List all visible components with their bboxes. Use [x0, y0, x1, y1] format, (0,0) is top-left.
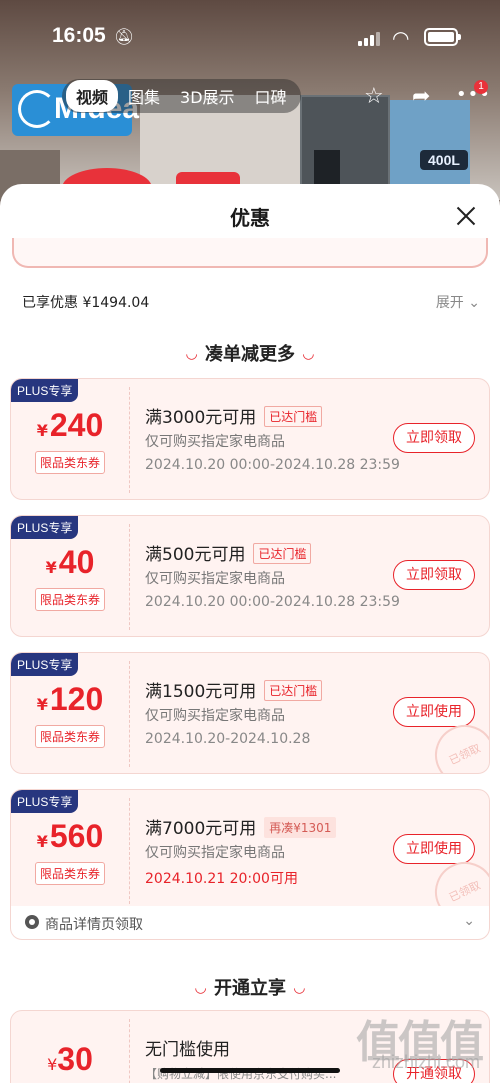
smile-left-icon: ◡ [195, 980, 206, 996]
bell-slash-icon: 🔕︎ [114, 27, 135, 46]
tab-gallery[interactable]: 图集 [118, 80, 170, 112]
coupon-date: 2024.10.20-2024.10.28 [145, 731, 311, 747]
coupon-amount: ¥40 [45, 544, 95, 580]
use-button[interactable]: 立即使用 [393, 697, 475, 727]
plus-badge: PLUS专享 [11, 790, 79, 813]
coupon-card: PLUS专享 ¥120 限品类东券 满1500元可用 已达门槛 仅可购买指定家电商… [10, 652, 490, 774]
coupon-divider [129, 387, 130, 493]
coupon-date: 2024.10.20 00:00-2024.10.28 23:59 [145, 594, 400, 610]
close-icon[interactable] [454, 204, 478, 228]
coupon-source-row[interactable]: 商品详情页领取 ⌄ [10, 906, 490, 940]
status-bar: 16:05 🔕︎ ◠ [0, 0, 500, 70]
notification-badge: 1 [474, 80, 488, 94]
jd-icon [25, 915, 39, 929]
coupon-status-tag: 已达门槛 [264, 406, 323, 427]
home-indicator [160, 1068, 340, 1073]
tab-3d[interactable]: 3D展示 [170, 80, 245, 112]
collapsed-card [12, 238, 488, 268]
section-title-membership: ◡ 开通立享 ◡ [195, 978, 305, 999]
use-button[interactable]: 立即使用 [393, 834, 475, 864]
coupon-amount: ¥560 [36, 818, 104, 854]
coupon-sheet: 优惠 已享优惠 ¥1494.04 展开 ⌄ ◡ 凑单减更多 ◡ PLUS专享 ¥24… [0, 184, 500, 1083]
tab-reviews[interactable]: 口碑 [245, 80, 297, 112]
plus-badge: PLUS专享 [11, 516, 79, 539]
coupon-condition: 满1500元可用 已达门槛 [145, 677, 323, 702]
share-icon[interactable]: ➦ [412, 84, 430, 109]
brand-logo-mark [18, 90, 56, 128]
coupon-description: 仅可购买指定家电商品 [145, 845, 285, 861]
status-time: 16:05 [52, 24, 106, 47]
coupon-divider [129, 1019, 130, 1083]
sheet-title: 优惠 [230, 206, 270, 230]
coupon-description: 仅可购买指定家电商品 [145, 708, 285, 724]
wifi-icon: ◠ [392, 26, 410, 50]
coupon-description: 仅可购买指定家电商品 [145, 571, 285, 587]
coupon-status-tag: 再凑¥1301 [264, 817, 337, 838]
coupon-amount: ¥30 [47, 1041, 93, 1077]
battery-icon [424, 28, 461, 46]
expand-button[interactable]: 展开 ⌄ [436, 292, 480, 312]
coupon-type-tag: 限品类东券 [35, 862, 106, 885]
tab-video[interactable]: 视频 [66, 80, 119, 112]
coupon-date: 2024.10.20 00:00-2024.10.28 23:59 [145, 457, 400, 473]
coupon-type-tag: 限品类东券 [35, 725, 106, 748]
smile-right-icon: ◡ [303, 346, 314, 362]
star-icon[interactable]: ☆ [364, 84, 384, 109]
fridge-panel [314, 150, 340, 186]
coupon-date: 2024.10.21 20:00可用 [145, 871, 298, 887]
smile-right-icon: ◡ [294, 980, 305, 996]
chevron-down-icon: ⌄ [463, 913, 475, 929]
discount-summary: 已享优惠 ¥1494.04 [22, 295, 150, 311]
capacity-tag: 400L [420, 150, 468, 170]
expand-label: 展开 [435, 295, 464, 311]
coupon-source-text: 商品详情页领取 [45, 917, 143, 933]
coupon-amount: ¥240 [36, 407, 104, 443]
coupon-divider [129, 661, 130, 767]
coupon-amount: ¥120 [36, 681, 104, 717]
coupon-description: 仅可购买指定家电商品 [145, 434, 285, 450]
watermark-url: zhizhizhi.com [372, 1052, 481, 1072]
claim-button[interactable]: 立即领取 [393, 560, 475, 590]
coupon-type-tag: 限品类东券 [35, 588, 106, 611]
coupon-card: PLUS专享 ¥560 限品类东券 满7000元可用 再凑¥1301 仅可购买指定… [10, 789, 490, 911]
coupon-type-tag: 限品类东券 [35, 451, 106, 474]
chevron-down-icon: ⌄ [468, 295, 480, 311]
plus-badge: PLUS专享 [11, 653, 79, 676]
coupon-status-tag: 已达门槛 [264, 680, 323, 701]
claim-button[interactable]: 立即领取 [393, 423, 475, 453]
coupon-divider [129, 524, 130, 630]
coupon-divider [129, 798, 130, 904]
coupon-condition: 满500元可用 已达门槛 [145, 540, 312, 565]
coupon-card: PLUS专享 ¥240 限品类东券 满3000元可用 已达门槛 仅可购买指定家电商… [10, 378, 490, 500]
coupon-status-tag: 已达门槛 [253, 543, 312, 564]
coupon-condition: 满7000元可用 再凑¥1301 [145, 814, 337, 839]
smile-left-icon: ◡ [186, 346, 197, 362]
section-title-more-discount: ◡ 凑单减更多 ◡ [186, 344, 314, 365]
coupon-card: PLUS专享 ¥40 限品类东券 满500元可用 已达门槛 仅可购买指定家电商品 … [10, 515, 490, 637]
media-tab-bar: 视频 图集 3D展示 口碑 [62, 79, 301, 113]
coupon-condition: 无门槛使用 [145, 1040, 230, 1060]
plus-badge: PLUS专享 [11, 379, 79, 402]
coupon-condition: 满3000元可用 已达门槛 [145, 403, 323, 428]
cellular-signal-icon [358, 30, 384, 46]
